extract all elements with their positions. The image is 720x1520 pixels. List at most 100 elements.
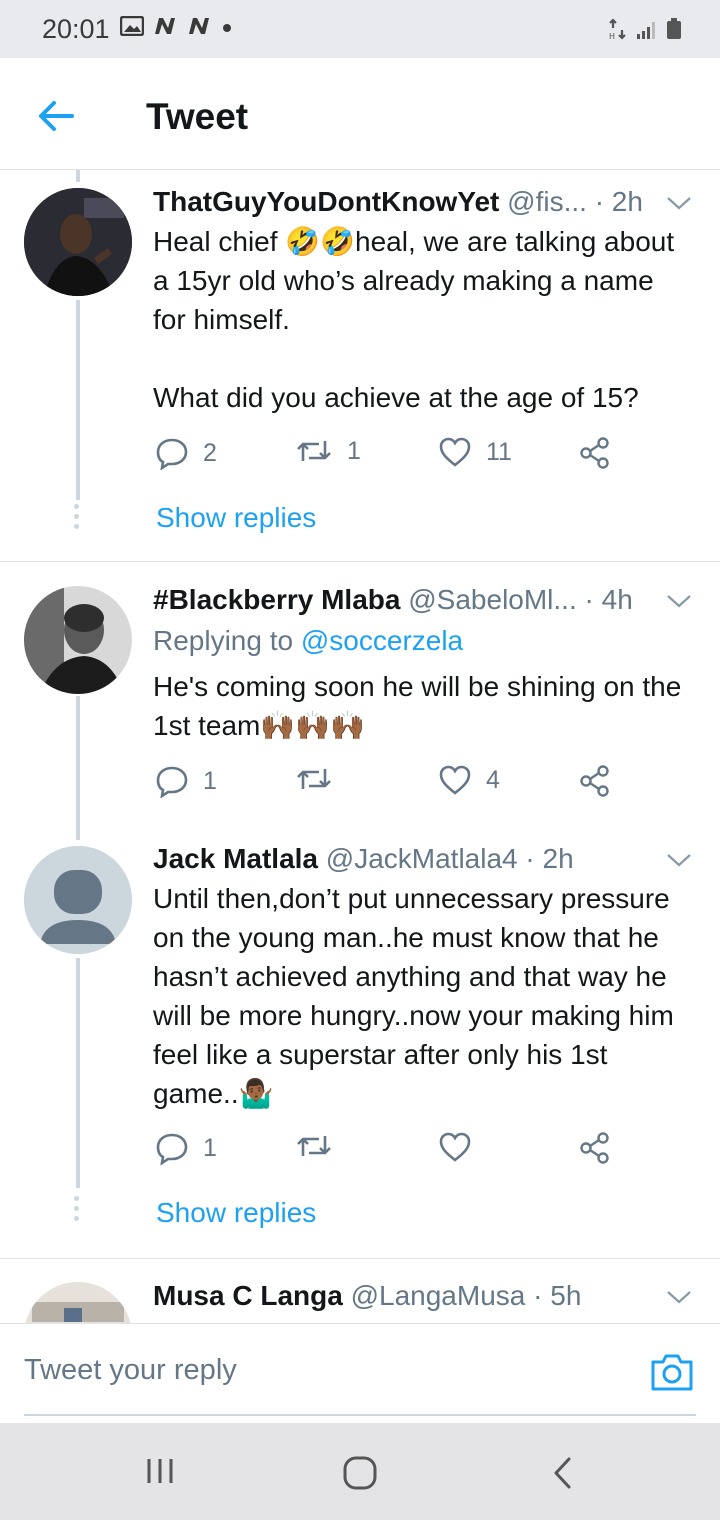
author-handle[interactable]: @SabeloMl... bbox=[408, 584, 577, 615]
reply-icon bbox=[156, 1133, 188, 1165]
chevron-down-icon[interactable] bbox=[666, 194, 692, 212]
default-avatar-icon bbox=[24, 846, 132, 954]
tweet-actions: 1 bbox=[155, 1131, 625, 1171]
tweet-thread[interactable]: ThatGuyYouDontKnowYet @fis... · 2h Heal … bbox=[0, 170, 720, 1323]
retweet-button[interactable] bbox=[295, 764, 347, 794]
thread-connector bbox=[76, 170, 80, 182]
app-header: Tweet bbox=[0, 58, 720, 170]
author-name[interactable]: Musa C Langa bbox=[153, 1280, 343, 1311]
status-notification-icons bbox=[120, 16, 234, 36]
system-nav-bar bbox=[0, 1423, 720, 1520]
heart-icon bbox=[439, 1132, 471, 1162]
author-name[interactable]: Jack Matlala bbox=[153, 843, 318, 874]
thread-dots bbox=[74, 1196, 79, 1221]
author-handle[interactable]: @LangaMusa bbox=[351, 1280, 526, 1311]
recent-apps-icon[interactable] bbox=[144, 1455, 176, 1487]
tweet-time: · 2h bbox=[594, 186, 643, 217]
tweet-text: Until then,don’t put unnecessary pressur… bbox=[153, 879, 693, 1113]
tweet-header: Musa C Langa @LangaMusa · 5h bbox=[153, 1280, 696, 1312]
show-replies-link[interactable]: Show replies bbox=[156, 1197, 316, 1229]
retweet-button[interactable] bbox=[295, 1131, 347, 1161]
share-button[interactable] bbox=[578, 1131, 612, 1165]
replying-to-handle[interactable]: @soccerzela bbox=[301, 625, 463, 656]
share-button[interactable] bbox=[578, 436, 612, 470]
tweet-text: Heal chief 🤣🤣heal, we are talking about … bbox=[153, 222, 693, 417]
thread-connector bbox=[76, 696, 80, 840]
tweet-text-line: He's coming soon he will be shining on t… bbox=[153, 671, 682, 741]
avatar[interactable] bbox=[24, 846, 132, 954]
battery-icon bbox=[667, 18, 681, 39]
avatar[interactable] bbox=[24, 188, 132, 296]
chevron-down-icon[interactable] bbox=[666, 851, 692, 869]
image-icon bbox=[120, 16, 144, 36]
back-icon[interactable] bbox=[550, 1455, 574, 1491]
reply-composer bbox=[0, 1323, 720, 1423]
tweet-time: · 5h bbox=[533, 1280, 582, 1311]
tweet-time: · 2h bbox=[525, 843, 574, 874]
tweet-text: He's coming soon he will be shining on t… bbox=[153, 667, 693, 745]
data-arrows-icon: H bbox=[609, 18, 626, 40]
avatar-image bbox=[24, 1282, 132, 1323]
avatar[interactable] bbox=[24, 586, 132, 694]
reply-count: 1 bbox=[203, 1133, 217, 1162]
author-handle[interactable]: @JackMatlala4 bbox=[326, 843, 518, 874]
avatar[interactable] bbox=[24, 1282, 132, 1323]
status-system-icons: H bbox=[608, 18, 682, 40]
show-replies-link[interactable]: Show replies bbox=[156, 502, 316, 534]
chevron-down-icon[interactable] bbox=[666, 1288, 692, 1306]
retweet-count: 1 bbox=[347, 436, 361, 465]
tweet-header: Jack Matlala @JackMatlala4 · 2h bbox=[153, 843, 696, 875]
avatar-image bbox=[24, 586, 132, 694]
like-button[interactable]: 11 bbox=[438, 436, 512, 468]
thread-connector bbox=[76, 958, 80, 1188]
heart-icon bbox=[439, 765, 471, 795]
replying-to: Replying to @soccerzela bbox=[153, 625, 463, 657]
svg-text:H: H bbox=[609, 32, 615, 40]
dot-icon bbox=[223, 24, 231, 32]
thread-connector bbox=[76, 300, 80, 500]
arrow-left-icon[interactable] bbox=[34, 94, 78, 138]
like-button[interactable] bbox=[438, 1131, 486, 1163]
reply-count: 2 bbox=[203, 438, 217, 467]
share-icon bbox=[580, 437, 609, 469]
author-name[interactable]: #Blackberry Mlaba bbox=[153, 584, 400, 615]
reply-button[interactable]: 1 bbox=[155, 764, 217, 798]
retweet-icon bbox=[297, 441, 331, 461]
divider bbox=[0, 561, 720, 562]
n-icon bbox=[189, 18, 209, 34]
tweet-text-line: Heal chief 🤣🤣heal, we are talking about … bbox=[153, 226, 675, 335]
replying-to-label: Replying to bbox=[153, 625, 294, 656]
avatar-image bbox=[24, 188, 132, 296]
tweet-actions: 1 4 bbox=[155, 764, 625, 804]
tweet-text-line: Until then,don’t put unnecessary pressur… bbox=[153, 883, 674, 1109]
retweet-icon bbox=[297, 1136, 331, 1156]
share-button[interactable] bbox=[578, 764, 612, 798]
tweet-header: ThatGuyYouDontKnowYet @fis... · 2h bbox=[153, 186, 696, 218]
heart-icon bbox=[439, 437, 471, 467]
chevron-down-icon[interactable] bbox=[666, 592, 692, 610]
reply-button[interactable]: 1 bbox=[155, 1131, 217, 1165]
reply-icon bbox=[156, 438, 188, 470]
retweet-button[interactable]: 1 bbox=[295, 436, 361, 466]
tweet-time: · 4h bbox=[584, 584, 633, 615]
tweet-header: #Blackberry Mlaba @SabeloMl... · 4h bbox=[153, 584, 696, 616]
page-title: Tweet bbox=[146, 96, 249, 137]
share-icon bbox=[580, 765, 609, 797]
like-button[interactable]: 4 bbox=[438, 764, 500, 796]
reply-button[interactable]: 2 bbox=[155, 436, 217, 470]
reply-input-underline bbox=[24, 1414, 696, 1416]
home-icon[interactable] bbox=[342, 1455, 378, 1491]
like-count: 11 bbox=[486, 437, 512, 466]
camera-icon[interactable] bbox=[650, 1352, 694, 1392]
divider bbox=[0, 1258, 720, 1259]
like-count: 4 bbox=[486, 765, 500, 794]
reply-input[interactable] bbox=[24, 1354, 624, 1387]
status-bar: 20:01 H bbox=[0, 0, 720, 58]
reply-count: 1 bbox=[203, 766, 217, 795]
retweet-icon bbox=[297, 769, 331, 789]
n-icon bbox=[155, 18, 175, 34]
author-handle[interactable]: @fis... bbox=[507, 186, 587, 217]
author-name[interactable]: ThatGuyYouDontKnowYet bbox=[153, 186, 499, 217]
tweet-actions: 2 1 11 bbox=[155, 436, 625, 476]
share-icon bbox=[580, 1132, 609, 1164]
